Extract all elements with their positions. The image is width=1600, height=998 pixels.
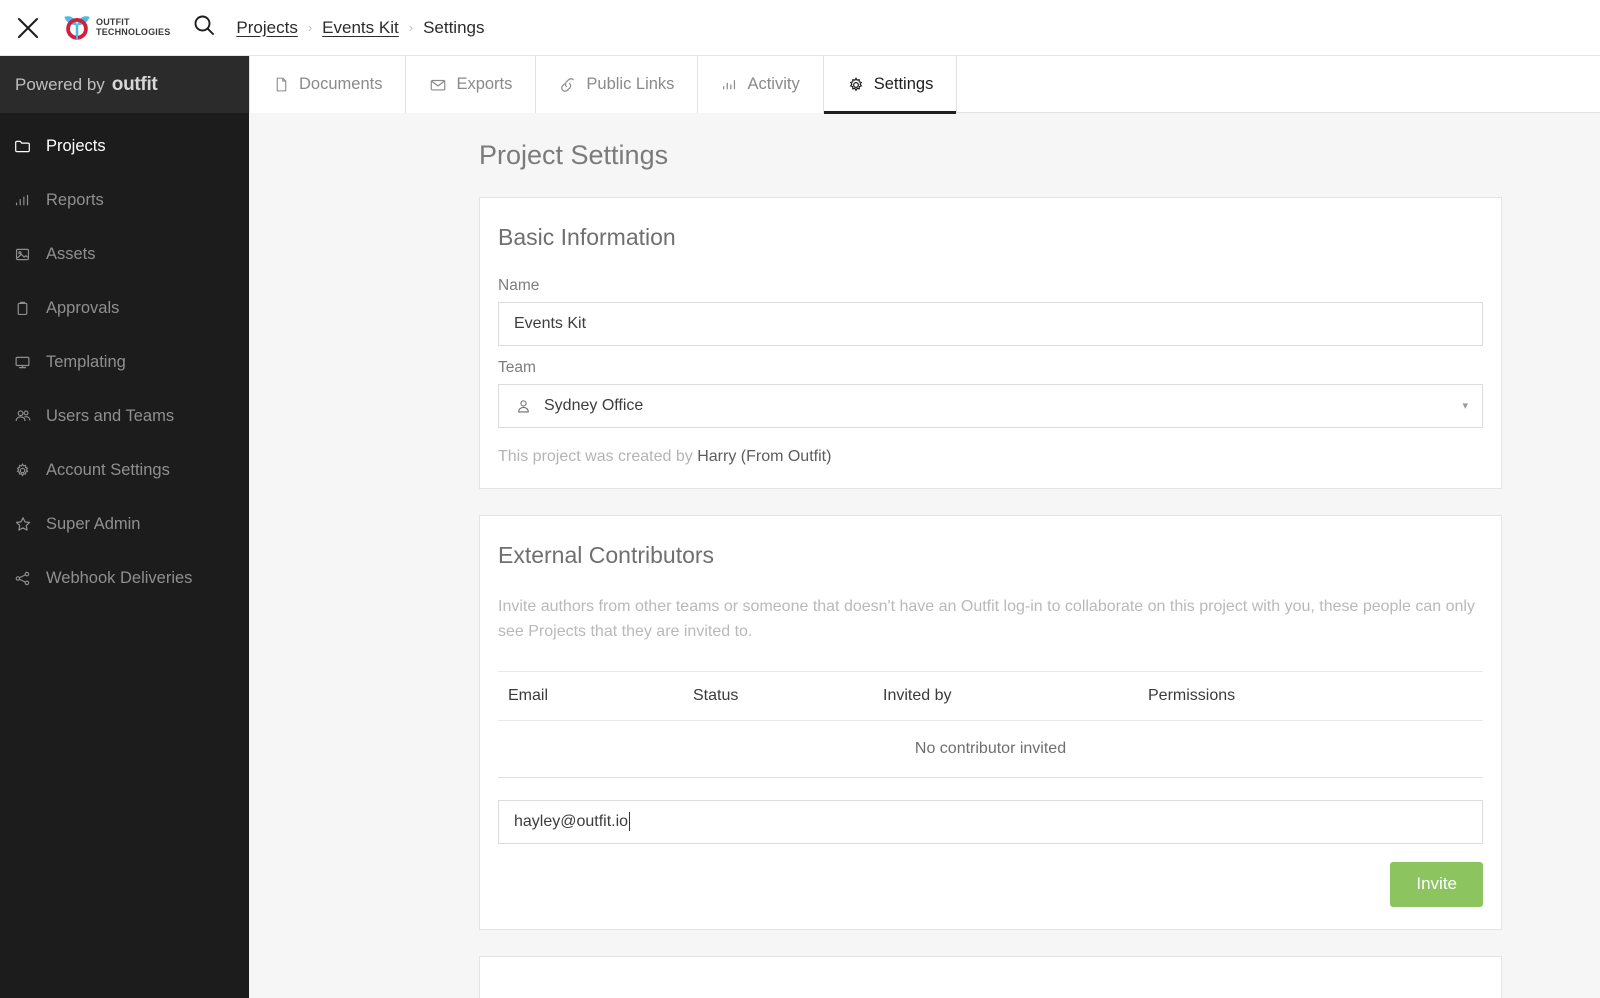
sidebar-item-templating[interactable]: Templating bbox=[0, 335, 249, 389]
sidebar-item-reports[interactable]: Reports bbox=[0, 173, 249, 227]
tab-label: Activity bbox=[747, 75, 800, 93]
logo-line-2: TECHNOLOGIES bbox=[96, 27, 171, 37]
column-header-status: Status bbox=[683, 671, 873, 721]
breadcrumb: Projects › Events Kit › Settings bbox=[236, 18, 484, 38]
text-cursor bbox=[629, 812, 631, 832]
sidebar-item-label: Webhook Deliveries bbox=[46, 568, 193, 587]
sidebar-item-label: Projects bbox=[46, 136, 106, 155]
sidebar-item-label: Account Settings bbox=[46, 460, 170, 479]
main-content: Project Settings Basic Information Name … bbox=[249, 113, 1600, 998]
created-by-text: This project was created by Harry (From … bbox=[498, 448, 1483, 466]
project-tabs: Documents Exports Public Links Activity bbox=[249, 56, 1600, 114]
team-value: Sydney Office bbox=[544, 397, 644, 414]
column-header-email: Email bbox=[498, 671, 683, 721]
next-settings-card bbox=[479, 955, 1502, 998]
clipboard-icon bbox=[14, 298, 36, 318]
bar-chart-icon bbox=[721, 76, 738, 93]
project-name-input[interactable]: Events Kit bbox=[498, 302, 1483, 346]
tab-public-links[interactable]: Public Links bbox=[536, 56, 699, 113]
invite-email-value: hayley@outfit.io bbox=[514, 812, 629, 830]
tab-settings[interactable]: Settings bbox=[823, 56, 958, 114]
project-name-value: Events Kit bbox=[514, 315, 587, 332]
breadcrumb-item-events-kit[interactable]: Events Kit bbox=[322, 18, 399, 38]
invite-email-input[interactable]: hayley@outfit.io bbox=[498, 799, 1483, 844]
table-header-row: Email Status Invited by Permissions bbox=[498, 671, 1483, 721]
powered-by-label: Powered by bbox=[15, 74, 105, 94]
close-button[interactable] bbox=[0, 0, 56, 56]
sidebar-item-webhook-deliveries[interactable]: Webhook Deliveries bbox=[0, 551, 249, 605]
tab-label: Settings bbox=[873, 75, 934, 93]
card-title: External Contributors bbox=[498, 542, 715, 568]
tab-label: Documents bbox=[299, 75, 383, 93]
sidebar-item-label: Assets bbox=[46, 244, 96, 263]
sidebar-item-projects[interactable]: Projects bbox=[0, 119, 249, 173]
breadcrumb-separator: › bbox=[307, 20, 313, 35]
sidebar-item-account-settings[interactable]: Account Settings bbox=[0, 443, 249, 497]
gear-icon bbox=[14, 460, 36, 480]
tab-documents[interactable]: Documents bbox=[249, 56, 407, 113]
sidebar-item-label: Approvals bbox=[46, 298, 120, 317]
sidebar-item-label: Users and Teams bbox=[46, 406, 175, 425]
tab-label: Public Links bbox=[586, 75, 675, 93]
tab-activity[interactable]: Activity bbox=[698, 56, 824, 113]
created-by-name: Harry (From Outfit) bbox=[697, 448, 832, 465]
top-bar: OUTFIT TECHNOLOGIES Projects › Events Ki… bbox=[0, 0, 1600, 56]
close-icon bbox=[15, 15, 41, 41]
basic-information-card: Basic Information Name Events Kit Team S… bbox=[479, 197, 1502, 489]
breadcrumb-separator: › bbox=[408, 20, 414, 35]
folder-icon bbox=[14, 136, 36, 156]
sidebar-item-label: Super Admin bbox=[46, 514, 141, 533]
logo-wordmark: OUTFIT TECHNOLOGIES bbox=[96, 18, 170, 37]
search-icon bbox=[192, 13, 216, 42]
share-nodes-icon bbox=[14, 568, 36, 588]
tab-exports[interactable]: Exports bbox=[406, 56, 537, 113]
bar-chart-icon bbox=[14, 190, 36, 210]
sidebar-item-users-and-teams[interactable]: Users and Teams bbox=[0, 389, 249, 443]
tab-label: Exports bbox=[456, 75, 513, 93]
sidebar-item-approvals[interactable]: Approvals bbox=[0, 281, 249, 335]
column-header-invited-by: Invited by bbox=[873, 671, 1138, 721]
breadcrumb-item-projects[interactable]: Projects bbox=[236, 18, 297, 38]
file-icon bbox=[273, 76, 290, 93]
created-by-prefix: This project was created by bbox=[498, 448, 698, 465]
link-icon bbox=[559, 76, 577, 94]
sidebar-nav: Projects Reports Assets Approvals Templa… bbox=[0, 113, 249, 605]
empty-state-text: No contributor invited bbox=[914, 739, 1067, 757]
chevron-down-icon: ▾ bbox=[1462, 399, 1468, 412]
sidebar-item-label: Templating bbox=[46, 352, 126, 371]
sidebar-item-assets[interactable]: Assets bbox=[0, 227, 249, 281]
breadcrumb-item-settings: Settings bbox=[423, 17, 485, 37]
column-header-permissions: Permissions bbox=[1138, 671, 1483, 721]
name-label: Name bbox=[498, 277, 540, 294]
team-select[interactable]: Sydney Office ▾ bbox=[498, 384, 1483, 428]
external-contributors-description: Invite authors from other teams or someo… bbox=[498, 598, 1475, 640]
team-label: Team bbox=[498, 359, 536, 376]
sidebar-item-super-admin[interactable]: Super Admin bbox=[0, 497, 249, 551]
sidebar-powered-by: Powered by outfit bbox=[0, 56, 249, 113]
invite-email-row: hayley@outfit.io bbox=[498, 799, 1483, 844]
card-title: Basic Information bbox=[498, 224, 676, 250]
star-icon bbox=[14, 514, 36, 534]
envelope-icon bbox=[429, 76, 447, 94]
sidebar: Powered by outfit Projects Reports Asset… bbox=[0, 56, 249, 998]
person-icon bbox=[515, 398, 532, 415]
invite-action-row: Invite bbox=[498, 861, 1483, 907]
monitor-icon bbox=[14, 352, 36, 372]
search-button[interactable] bbox=[178, 0, 230, 56]
page-title: Project Settings bbox=[479, 140, 669, 170]
users-icon bbox=[14, 406, 36, 426]
sidebar-item-label: Reports bbox=[46, 190, 104, 209]
external-contributors-card: External Contributors Invite authors fro… bbox=[479, 515, 1502, 930]
contributors-table: Email Status Invited by Permissions No c… bbox=[498, 670, 1483, 778]
image-icon bbox=[14, 244, 36, 264]
outfit-technologies-logo[interactable]: OUTFIT TECHNOLOGIES bbox=[60, 9, 170, 47]
invite-button[interactable]: Invite bbox=[1390, 861, 1483, 907]
outfit-brand-label: outfit bbox=[111, 73, 158, 95]
logo-line-1: OUTFIT bbox=[96, 17, 130, 27]
table-empty-row: No contributor invited bbox=[498, 720, 1483, 777]
gear-icon bbox=[847, 76, 865, 94]
logo-mark-icon bbox=[60, 11, 94, 45]
